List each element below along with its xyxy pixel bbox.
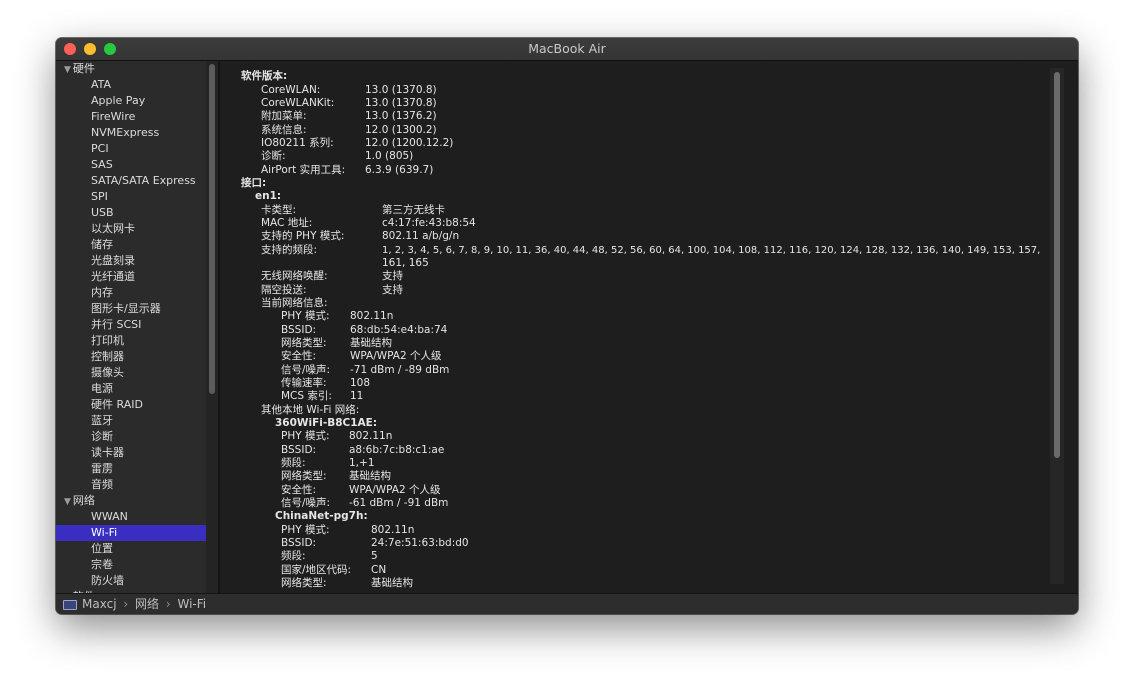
- sidebar-item[interactable]: 读卡器: [56, 445, 206, 461]
- interface-name: en1:: [255, 190, 282, 202]
- sidebar-item[interactable]: ATA: [56, 77, 206, 93]
- computer-icon: [63, 600, 77, 610]
- sidebar-item[interactable]: 诊断: [56, 429, 206, 445]
- breadcrumb-item[interactable]: Maxcj: [82, 597, 117, 611]
- info-row-continuation: 161, 165: [382, 257, 429, 269]
- detail-scrollbar[interactable]: [1050, 68, 1064, 584]
- network-name: ChinaNet-pg7h:: [275, 510, 368, 522]
- sidebar-item[interactable]: 音频: [56, 477, 206, 493]
- sidebar-item[interactable]: 以太网卡: [56, 221, 206, 237]
- section-heading-software-versions: 软件版本:: [241, 70, 288, 82]
- sidebar-item[interactable]: FireWire: [56, 109, 206, 125]
- sidebar-item[interactable]: 并行 SCSI: [56, 317, 206, 333]
- sidebar-item[interactable]: 宗卷: [56, 557, 206, 573]
- sidebar-item-selected[interactable]: Wi-Fi: [56, 525, 206, 541]
- sidebar-item[interactable]: SATA/SATA Express: [56, 173, 206, 189]
- sidebar-item[interactable]: 电源: [56, 381, 206, 397]
- sidebar-item[interactable]: 雷雳: [56, 461, 206, 477]
- sidebar-category-hardware[interactable]: ▼ 硬件: [56, 61, 206, 77]
- sidebar-scrollbar[interactable]: [206, 61, 218, 593]
- sidebar-item[interactable]: 储存: [56, 237, 206, 253]
- sidebar-item[interactable]: NVMExpress: [56, 125, 206, 141]
- sidebar-item[interactable]: 光纤通道: [56, 269, 206, 285]
- sidebar-item[interactable]: 防火墙: [56, 573, 206, 589]
- subsection-heading-other-networks: 其他本地 Wi-Fi 网络:: [261, 404, 360, 416]
- breadcrumb-item[interactable]: 网络: [135, 597, 159, 611]
- breadcrumb-separator: ›: [123, 597, 129, 611]
- sidebar-item[interactable]: USB: [56, 205, 206, 221]
- sidebar-item[interactable]: SPI: [56, 189, 206, 205]
- network-name: 360WiFi-B8C1AE:: [275, 417, 378, 429]
- sidebar-item[interactable]: 摄像头: [56, 365, 206, 381]
- sidebar-item[interactable]: Apple Pay: [56, 93, 206, 109]
- sidebar-item[interactable]: 蓝牙: [56, 413, 206, 429]
- disclosure-triangle-icon[interactable]: ▼: [64, 497, 71, 507]
- sidebar: ▼ 硬件 ATA Apple Pay FireWire NVMExpress PC…: [56, 61, 206, 593]
- sidebar-scroll-thumb[interactable]: [209, 64, 215, 394]
- breadcrumb: Maxcj › 网络 › Wi-Fi: [82, 594, 209, 614]
- sidebar-item[interactable]: SAS: [56, 157, 206, 173]
- detail-scroll-thumb[interactable]: [1054, 72, 1060, 458]
- sidebar-item[interactable]: 硬件 RAID: [56, 397, 206, 413]
- detail-pane: 软件版本: CoreWLAN: 13.0 (1370.8) CoreWLANKit…: [220, 61, 1078, 593]
- sidebar-item[interactable]: WWAN: [56, 509, 206, 525]
- sidebar-category-network[interactable]: ▼ 网络: [56, 493, 206, 509]
- sidebar-item[interactable]: 内存: [56, 285, 206, 301]
- sidebar-item[interactable]: 控制器: [56, 349, 206, 365]
- sidebar-item[interactable]: 位置: [56, 541, 206, 557]
- subsection-heading-current-network: 当前网络信息:: [261, 297, 328, 309]
- sidebar-item[interactable]: 光盘刻录: [56, 253, 206, 269]
- sidebar-item[interactable]: 打印机: [56, 333, 206, 349]
- title-bar[interactable]: MacBook Air: [56, 38, 1078, 61]
- window-title: MacBook Air: [528, 41, 606, 56]
- section-heading-interfaces: 接口:: [241, 177, 267, 189]
- breadcrumb-separator: ›: [165, 597, 171, 611]
- path-bar: Maxcj › 网络 › Wi-Fi: [56, 593, 1078, 614]
- system-information-window: MacBook Air ▼ 硬件 ATA Apple Pay FireWire N…: [56, 38, 1078, 614]
- sidebar-item[interactable]: 图形卡/显示器: [56, 301, 206, 317]
- disclosure-triangle-icon[interactable]: ▼: [64, 65, 71, 75]
- breadcrumb-item[interactable]: Wi-Fi: [177, 597, 206, 611]
- sidebar-item[interactable]: PCI: [56, 141, 206, 157]
